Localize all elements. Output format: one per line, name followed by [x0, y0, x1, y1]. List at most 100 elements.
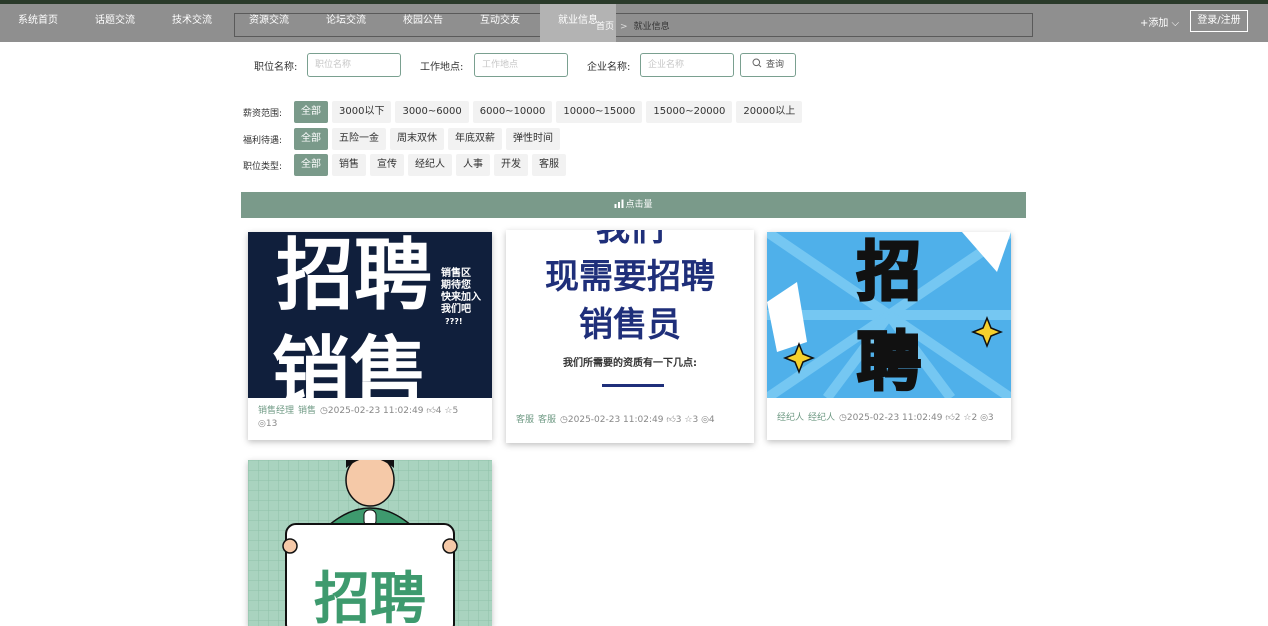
poster-title: 现需要招聘: [545, 257, 715, 297]
job-card[interactable]: 招聘 销售 销售区 期待您 快来加入 我们吧 ???! 销售经理 销售 ◷2025-…: [248, 232, 492, 440]
poster-subtitle: 销售: [272, 329, 428, 398]
login-register-button[interactable]: 登录/注册: [1190, 10, 1248, 32]
search-button-label: 查询: [765, 60, 784, 70]
salary-filter-row: 薪资范围: 全部 3000以下 3000~6000 6000~10000 100…: [243, 101, 806, 123]
salary-option[interactable]: 3000以下: [332, 101, 392, 123]
salary-option[interactable]: 3000~6000: [395, 101, 469, 123]
job-type-tag: 经纪人: [808, 413, 836, 423]
job-title: 经纪人: [777, 413, 805, 423]
like-count: 4: [435, 406, 442, 416]
work-location-input[interactable]: [474, 53, 568, 77]
welfare-option[interactable]: 全部: [294, 128, 328, 150]
company-name-label: 企业名称:: [587, 62, 631, 73]
job-card-image: 招聘: [248, 460, 492, 626]
clock-icon: ◷: [560, 415, 568, 425]
salary-filter-label: 薪资范围:: [243, 108, 283, 119]
welfare-option[interactable]: 年底双薪: [448, 128, 502, 150]
job-type-option[interactable]: 开发: [494, 154, 528, 176]
bar-chart-icon: [614, 199, 624, 208]
poster-title: 招聘: [314, 567, 426, 626]
job-card[interactable]: 我们 现需要招聘 销售员 我们所需要的资质有一下几点: 客服客服◷2025-02…: [506, 230, 754, 443]
top-navbar: 系统首页 话题交流 技术交流 资源交流 论坛交流 校园公告 互动交友 就业信息 …: [0, 0, 1268, 42]
star-count: 3: [692, 415, 699, 425]
nav-item-forum[interactable]: 论坛交流: [318, 4, 374, 42]
salary-option[interactable]: 6000~10000: [472, 101, 553, 123]
job-type-tag: 客服: [538, 415, 557, 425]
breadcrumb-home[interactable]: 首页: [596, 22, 614, 32]
company-name-input[interactable]: [640, 53, 734, 77]
salary-option[interactable]: 全部: [294, 101, 328, 123]
like-count: 3: [675, 415, 682, 425]
job-type-option[interactable]: 人事: [456, 154, 490, 176]
job-card-meta: 经纪人 经纪人 ◷2025-02-23 11:02:49 👍︎2 ☆2 ◎3: [777, 412, 1003, 425]
eye-icon: ◎: [258, 419, 266, 429]
nav-item-tech[interactable]: 技术交流: [164, 4, 220, 42]
poster-caption: 我们所需要的资质有一下几点:: [563, 356, 697, 369]
job-card-image: 招 聘: [767, 232, 1011, 398]
view-count: 4: [708, 415, 715, 425]
poster-heading: 我们: [596, 230, 664, 249]
nav-item-resources[interactable]: 资源交流: [241, 4, 297, 42]
sort-label: 点击量: [625, 200, 653, 210]
salary-option[interactable]: 20000以上: [736, 101, 803, 123]
poster-side-text: 销售区: [441, 266, 471, 279]
salary-option[interactable]: 15000~20000: [646, 101, 733, 123]
job-type-tag: 销售: [298, 406, 317, 416]
clock-icon: ◷: [839, 413, 847, 423]
sort-by-clicks-button[interactable]: 点击量: [241, 192, 1026, 218]
job-type-option[interactable]: 全部: [294, 154, 328, 176]
view-count: 13: [265, 419, 278, 429]
welfare-filter-label: 福利待遇:: [243, 135, 283, 146]
job-card[interactable]: 招聘: [248, 460, 492, 626]
welfare-option[interactable]: 弹性时间: [506, 128, 560, 150]
job-card[interactable]: 招 聘 经纪人 经纪人 ◷2025-02-23 11:02:49 👍︎2 ☆2 ◎3: [767, 232, 1011, 440]
salary-option[interactable]: 10000~15000: [556, 101, 643, 123]
welfare-option[interactable]: 周末双休: [390, 128, 444, 150]
nav-item-home[interactable]: 系统首页: [10, 4, 66, 42]
job-card-meta: 客服 客服 ◷2025-02-23 11:02:49 👍︎3 ☆3 ◎4: [516, 414, 746, 427]
job-type-filter-label: 职位类型:: [243, 161, 283, 172]
poster-side-text: 快来加入: [440, 290, 481, 303]
star-count: 5: [452, 406, 459, 416]
view-count: 3: [987, 413, 994, 423]
job-time: 2025-02-23 11:02:49: [327, 406, 424, 416]
work-location-label: 工作地点:: [420, 62, 464, 73]
job-title: 客服: [516, 415, 535, 425]
job-card-image: 我们 现需要招聘 销售员 我们所需要的资质有一下几点:: [506, 230, 754, 400]
job-type-option[interactable]: 宣传: [370, 154, 404, 176]
job-title: 销售经理: [258, 406, 295, 416]
nav-item-topics[interactable]: 话题交流: [87, 4, 143, 42]
star-count: 2: [971, 413, 978, 423]
thumb-up-icon: 👍︎: [666, 415, 676, 425]
thumb-up-icon: 👍︎: [945, 413, 955, 423]
poster-side-text: 我们吧: [441, 302, 471, 315]
breadcrumb-current: 就业信息: [633, 22, 670, 32]
job-type-option[interactable]: 客服: [532, 154, 566, 176]
job-type-filter-row: 职位类型: 全部 销售 宣传 经纪人 人事 开发 客服: [243, 154, 570, 176]
like-count: 2: [954, 413, 961, 423]
job-time: 2025-02-23 11:02:49: [567, 415, 664, 425]
job-type-option[interactable]: 经纪人: [408, 154, 452, 176]
recruit-poster-image: 招 聘: [767, 232, 1011, 398]
position-name-label: 职位名称:: [254, 62, 298, 73]
poster-subtitle: 聘: [857, 326, 921, 398]
position-name-input[interactable]: [307, 53, 401, 77]
poster-subtitle: 销售员: [579, 305, 681, 345]
thumb-up-icon: 👍︎: [426, 406, 436, 416]
search-button[interactable]: 查询: [740, 53, 796, 77]
job-card-image: 招聘 销售 销售区 期待您 快来加入 我们吧 ???!: [248, 232, 492, 398]
recruit-poster-image: 招聘: [248, 460, 492, 626]
add-menu[interactable]: +添加 ⌵: [1140, 14, 1179, 29]
nav-item-announcements[interactable]: 校园公告: [395, 4, 451, 42]
poster-title: 招: [857, 236, 921, 310]
poster-side-text: ???!: [445, 317, 463, 326]
recruit-poster-image: 我们 现需要招聘 销售员 我们所需要的资质有一下几点:: [506, 230, 754, 400]
job-type-option[interactable]: 销售: [332, 154, 366, 176]
welfare-option[interactable]: 五险一金: [332, 128, 386, 150]
clock-icon: ◷: [320, 406, 328, 416]
eye-icon: ◎: [980, 413, 988, 423]
job-time: 2025-02-23 11:02:49: [846, 413, 943, 423]
nav-item-friends[interactable]: 互动交友: [472, 4, 528, 42]
poster-title: 招聘: [276, 232, 432, 321]
breadcrumb-separator: >: [620, 22, 628, 32]
